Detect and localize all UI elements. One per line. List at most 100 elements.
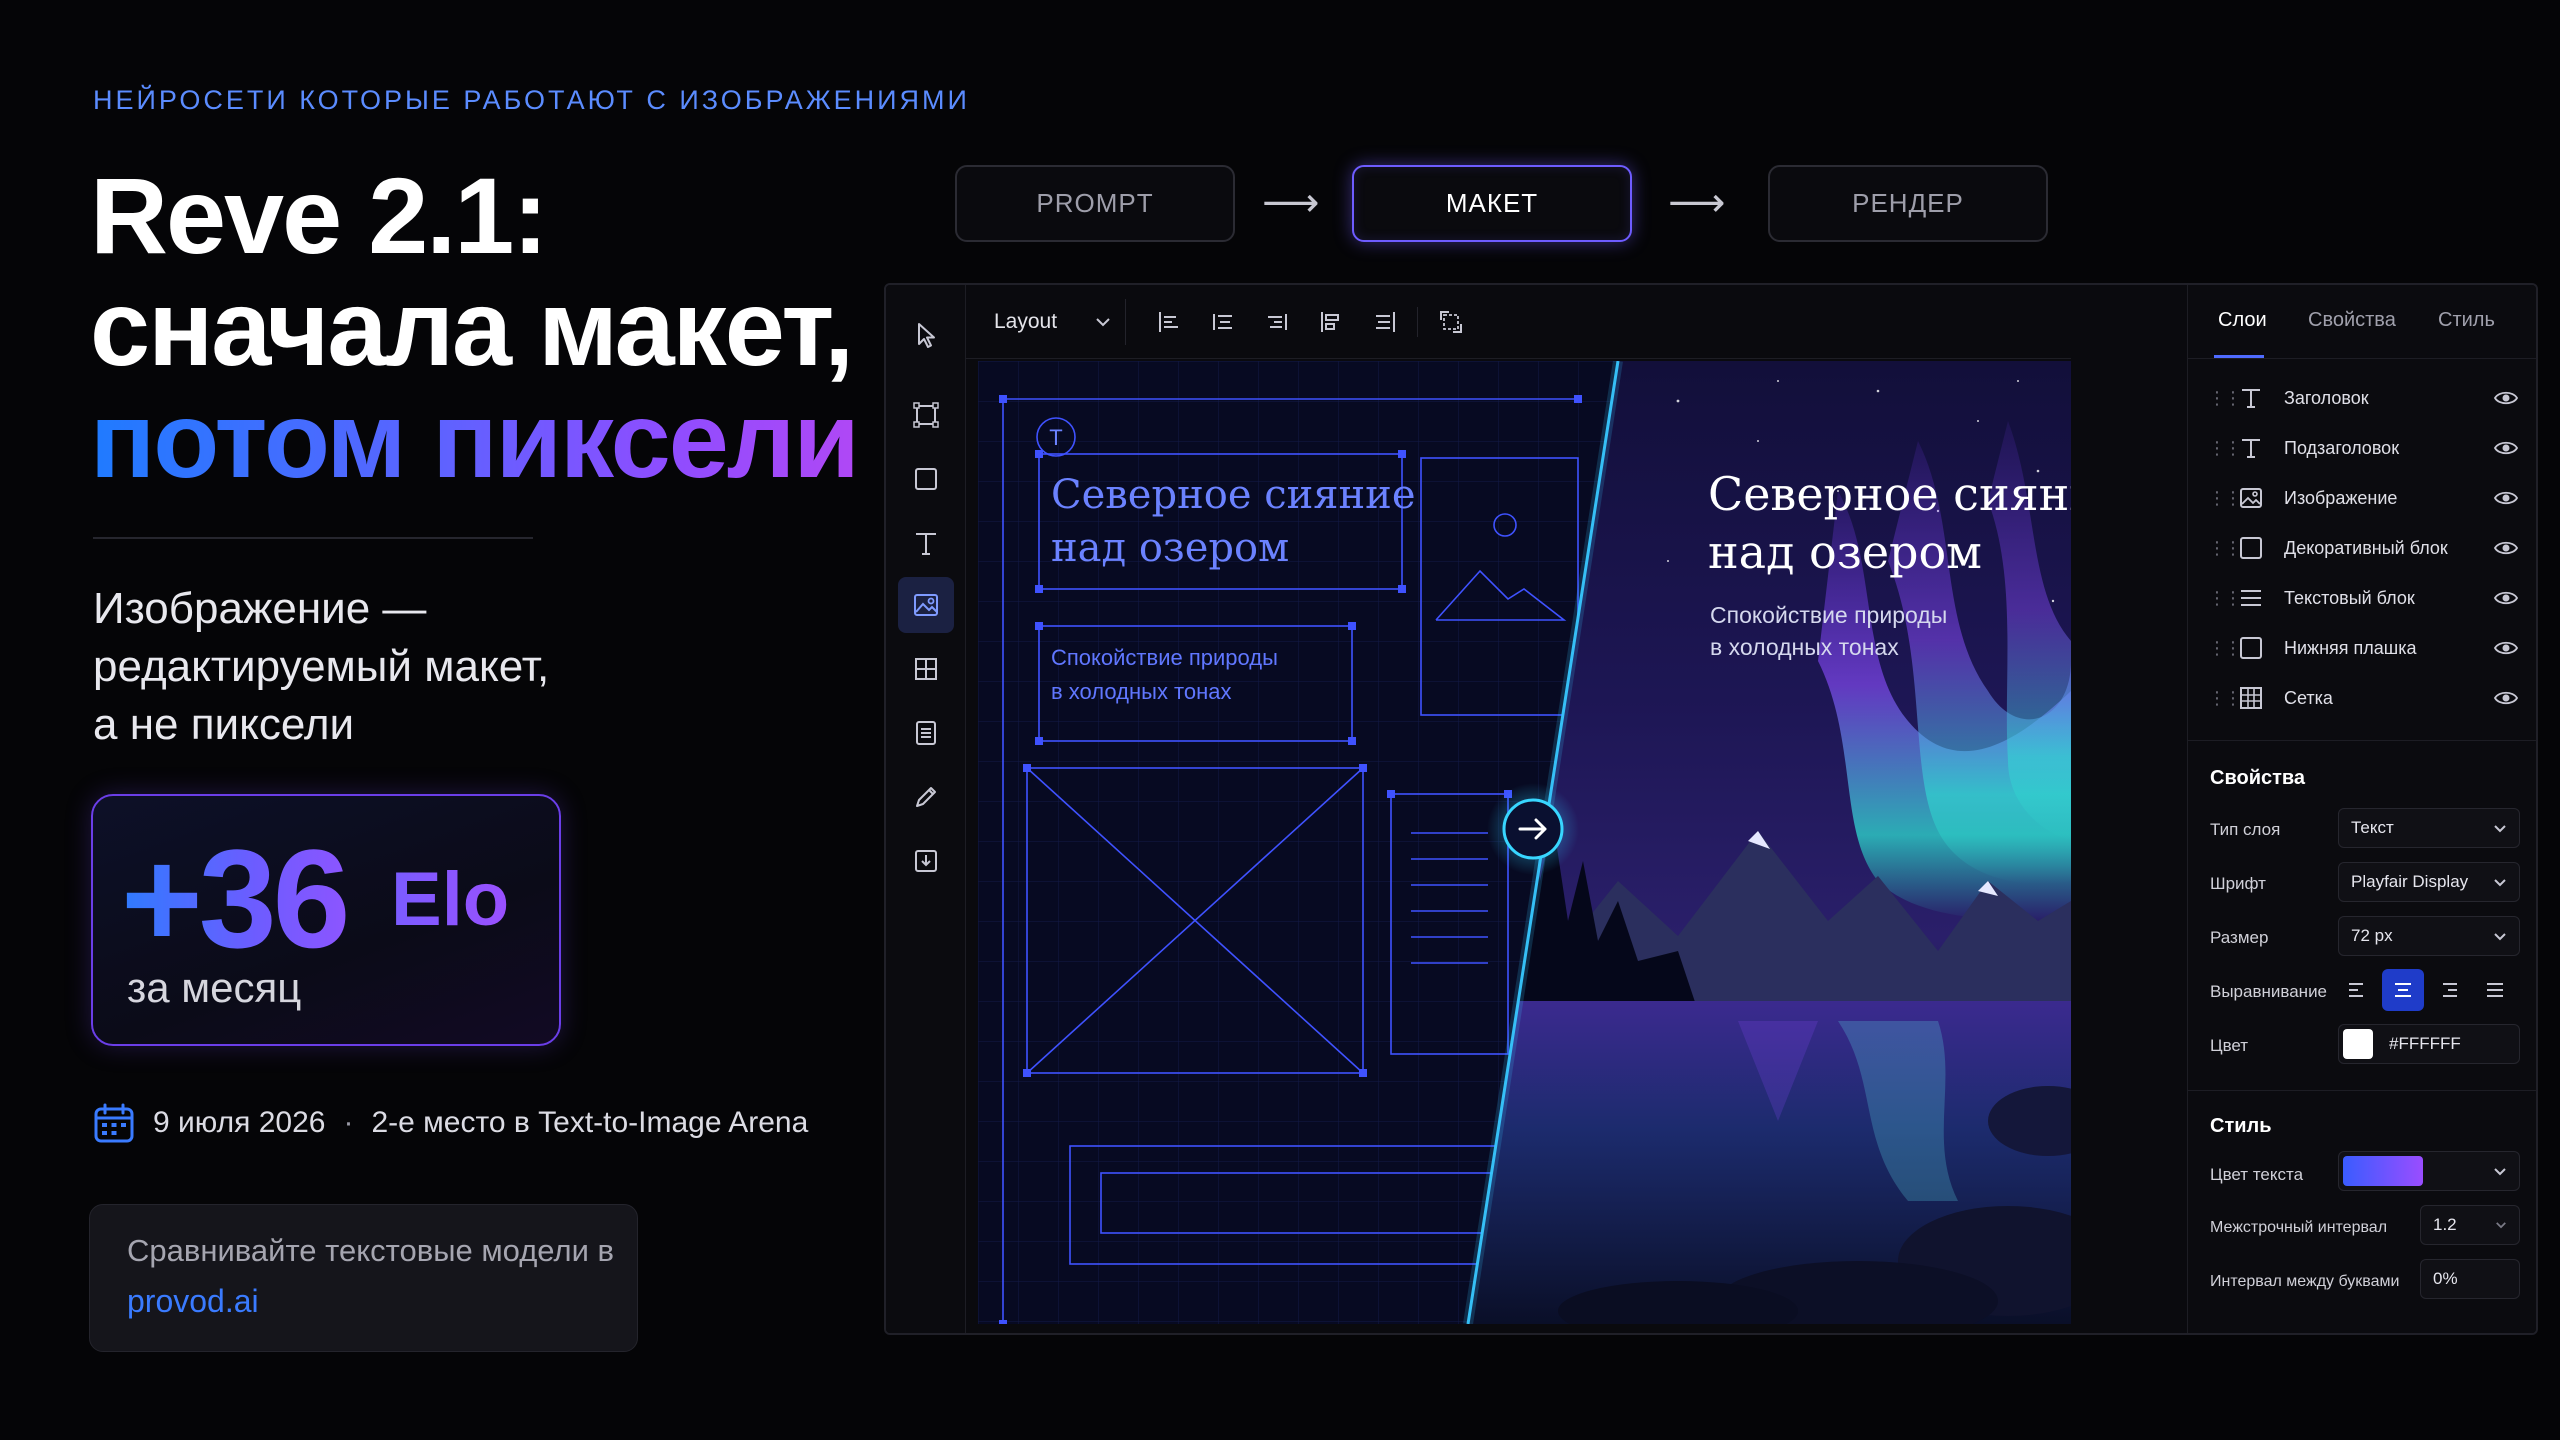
color-field[interactable]: #FFFFFF xyxy=(2338,1024,2520,1064)
select-tool[interactable] xyxy=(898,307,954,363)
font-select[interactable]: Playfair Display xyxy=(2338,862,2520,902)
layer-item[interactable]: ⋮⋮ Нижняя плашка xyxy=(2188,624,2536,672)
line-height-field[interactable]: 1.2 xyxy=(2420,1205,2520,1245)
headline-line-3: потом пиксели xyxy=(90,379,860,500)
tab-layers[interactable]: Слои xyxy=(2218,309,2267,332)
eye-icon[interactable] xyxy=(2493,388,2519,408)
lines-icon xyxy=(2241,590,2261,606)
arrow-right-icon: ⟶ xyxy=(1262,181,1320,225)
pencil-icon xyxy=(916,787,936,807)
transform-button[interactable] xyxy=(1424,299,1478,345)
divider xyxy=(93,537,533,539)
cta-link[interactable]: provod.ai xyxy=(127,1283,259,1320)
drag-handle-icon[interactable]: ⋮⋮ xyxy=(2208,438,2242,459)
subtitle-line-1: Изображение — xyxy=(93,584,427,633)
align-right-button[interactable] xyxy=(1250,299,1304,345)
drag-handle-icon[interactable]: ⋮⋮ xyxy=(2208,638,2242,659)
text-align-left-button[interactable] xyxy=(2336,969,2378,1011)
align-right-icon xyxy=(2443,983,2457,997)
editor-window: Layout T Северное сияние над озером Спок… xyxy=(884,283,2538,1335)
step-maket[interactable]: МАКЕТ xyxy=(1352,165,1632,242)
transform-icon xyxy=(1440,310,1462,333)
line-height-label: Межстрочный интервал xyxy=(2210,1219,2388,1236)
eye-icon[interactable] xyxy=(2493,538,2519,558)
color-value: #FFFFFF xyxy=(2389,1034,2461,1053)
text-block-tool[interactable] xyxy=(898,705,954,761)
drag-handle-icon[interactable]: ⋮⋮ xyxy=(2208,538,2242,559)
step-prompt[interactable]: PROMPT xyxy=(955,165,1235,242)
image-tool[interactable] xyxy=(898,577,954,633)
layer-name: Подзаголовок xyxy=(2284,437,2400,458)
align-top-button[interactable] xyxy=(1304,299,1358,345)
layer-type-label: Тип слоя xyxy=(2210,820,2281,839)
tab-properties[interactable]: Свойства xyxy=(2308,309,2396,332)
headline-line-2: сначала макет, xyxy=(90,267,854,388)
layer-item[interactable]: ⋮⋮ Декоративный блок xyxy=(2188,524,2536,572)
text-align-center-button[interactable] xyxy=(2382,969,2424,1011)
letter-spacing-value: 0% xyxy=(2433,1269,2458,1288)
gradient-swatch[interactable] xyxy=(2343,1156,2423,1186)
drag-handle-icon[interactable]: ⋮⋮ xyxy=(2208,588,2242,609)
eye-icon[interactable] xyxy=(2493,688,2519,708)
calendar-icon xyxy=(94,1103,134,1143)
elo-card: +36 Elo за месяц xyxy=(91,794,561,1046)
step-render[interactable]: РЕНДЕР xyxy=(1768,165,2048,242)
export-tool[interactable] xyxy=(898,833,954,889)
canvas[interactable]: T Северное сияние над озером Спокойствие… xyxy=(978,361,2071,1324)
eye-icon[interactable] xyxy=(2493,588,2519,608)
align-left-icon xyxy=(1159,311,1178,332)
size-select[interactable]: 72 px xyxy=(2338,916,2520,956)
layer-item[interactable]: ⋮⋮ Подзаголовок xyxy=(2188,424,2536,472)
text-color-select[interactable] xyxy=(2338,1151,2520,1191)
wireframe-title-line-2: над озером xyxy=(1051,525,1290,571)
color-swatch[interactable] xyxy=(2343,1029,2373,1059)
active-tab-indicator xyxy=(2214,355,2264,358)
align-left-button[interactable] xyxy=(1142,299,1196,345)
rectangle-tool[interactable] xyxy=(898,451,954,507)
chevron-down-icon xyxy=(2494,932,2506,940)
render-subtitle: Спокойствие природы в холодных тонах xyxy=(1710,599,1947,663)
drag-handle-icon[interactable]: ⋮⋮ xyxy=(2208,488,2242,509)
text-tool[interactable] xyxy=(898,515,954,571)
layer-item[interactable]: ⋮⋮ Изображение xyxy=(2188,474,2536,522)
text-icon xyxy=(2242,439,2260,458)
right-panel: Слои Свойства Стиль ⋮⋮ Заголовок ⋮⋮ Подз… xyxy=(2187,285,2536,1333)
align-center-icon xyxy=(2395,983,2411,997)
layout-label: Layout xyxy=(994,309,1058,333)
text-align-justify-button[interactable] xyxy=(2474,969,2516,1011)
layer-type-value: Текст xyxy=(2351,818,2394,837)
distribute-icon xyxy=(1376,311,1395,332)
properties-heading: Свойства xyxy=(2210,767,2306,789)
grid-tool[interactable] xyxy=(898,641,954,697)
layer-item[interactable]: ⋮⋮ Заголовок xyxy=(2188,374,2536,422)
align-label: Выравнивание xyxy=(2210,982,2328,1001)
layer-item[interactable]: ⋮⋮ Текстовый блок xyxy=(2188,574,2536,622)
square-icon xyxy=(2240,537,2262,559)
eye-icon[interactable] xyxy=(2493,488,2519,508)
kicker-text: НЕЙРОСЕТИ КОТОРЫЕ РАБОТАЮТ С ИЗОБРАЖЕНИЯ… xyxy=(93,85,970,115)
drag-handle-icon[interactable]: ⋮⋮ xyxy=(2208,388,2242,409)
elo-unit: Elo xyxy=(391,857,510,942)
letter-spacing-field[interactable]: 0% xyxy=(2420,1259,2520,1299)
tab-style[interactable]: Стиль xyxy=(2438,309,2495,332)
layout-dropdown[interactable]: Layout xyxy=(980,298,1126,345)
layer-item[interactable]: ⋮⋮ Сетка xyxy=(2188,674,2536,722)
pen-tool[interactable] xyxy=(898,769,954,825)
headline: Reve 2.1: сначала макет, потом пиксели xyxy=(90,160,860,500)
date-text: 9 июля 2026 xyxy=(153,1106,326,1139)
distribute-button[interactable] xyxy=(1358,299,1412,345)
wireframe-subtitle[interactable]: Спокойствие природы в холодных тонах xyxy=(1051,641,1278,709)
align-left-icon xyxy=(2349,983,2363,997)
elo-value: +36 xyxy=(121,818,350,980)
wireframe-title[interactable]: Северное сияние над озером xyxy=(1051,469,1416,575)
arrow-right-icon: ⟶ xyxy=(1668,181,1726,225)
text-align-right-button[interactable] xyxy=(2428,969,2470,1011)
frame-icon xyxy=(913,402,939,428)
align-center-button[interactable] xyxy=(1196,299,1250,345)
layer-name: Заголовок xyxy=(2284,387,2369,408)
frame-tool[interactable] xyxy=(898,387,954,443)
layer-type-select[interactable]: Текст xyxy=(2338,808,2520,848)
eye-icon[interactable] xyxy=(2493,638,2519,658)
eye-icon[interactable] xyxy=(2493,438,2519,458)
drag-handle-icon[interactable]: ⋮⋮ xyxy=(2208,688,2242,709)
